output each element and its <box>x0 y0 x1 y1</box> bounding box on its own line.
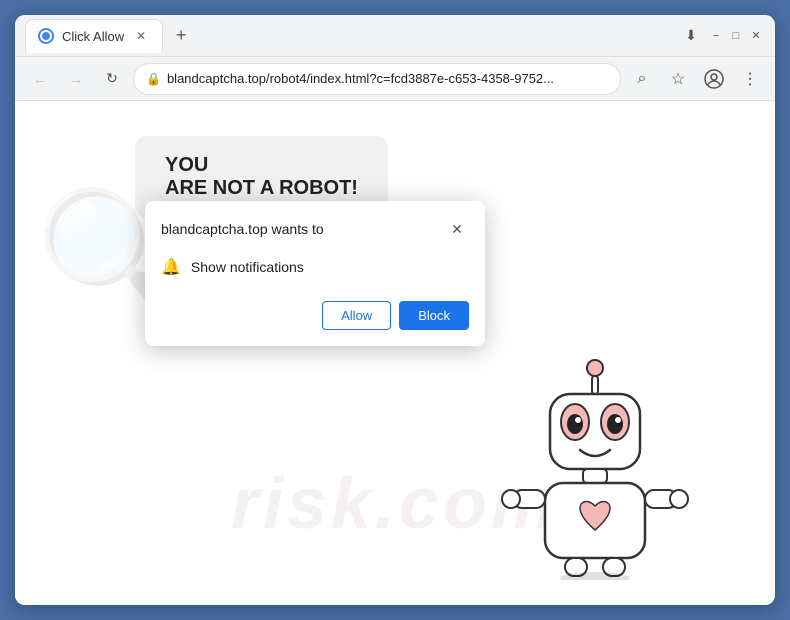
address-bar[interactable]: 🔒 blandcaptcha.top/robot4/index.html?c=f… <box>133 63 621 95</box>
menu-button[interactable]: ⋮ <box>735 64 765 94</box>
new-tab-button[interactable]: + <box>167 22 195 50</box>
search-button[interactable]: ⌕ <box>627 64 657 94</box>
popup-permission-row: 🔔 Show notifications <box>145 249 485 293</box>
popup-header: blandcaptcha.top wants to ✕ <box>145 201 485 249</box>
profile-button[interactable] <box>699 64 729 94</box>
url-text: blandcaptcha.top/robot4/index.html?c=fcd… <box>167 71 608 86</box>
tab-favicon <box>38 28 54 44</box>
download-button[interactable]: ⬇ <box>677 22 705 50</box>
popup-title: blandcaptcha.top wants to <box>161 221 324 237</box>
popup-container: blandcaptcha.top wants to ✕ 🔔 Show notif… <box>145 201 485 346</box>
page-content: 🔍 risk.com YOU ARE NOT A ROBOT! <box>15 101 775 605</box>
popup-close-button[interactable]: ✕ <box>445 217 469 241</box>
title-bar-controls: ⬇ − □ ✕ <box>677 22 765 50</box>
tab-close-button[interactable]: ✕ <box>132 27 150 45</box>
block-button[interactable]: Block <box>399 301 469 330</box>
bookmark-button[interactable]: ☆ <box>663 64 693 94</box>
permission-label: Show notifications <box>191 259 304 275</box>
url-domain: blandcaptcha.top <box>167 71 266 86</box>
minimize-button[interactable]: − <box>707 27 725 45</box>
toolbar: ← → ↻ 🔒 blandcaptcha.top/robot4/index.ht… <box>15 57 775 101</box>
bell-icon: 🔔 <box>161 257 181 277</box>
speech-line1: YOU <box>165 154 358 177</box>
lock-icon: 🔒 <box>146 72 161 86</box>
maximize-button[interactable]: □ <box>727 27 745 45</box>
title-bar: Click Allow ✕ + ⬇ − □ ✕ <box>15 15 775 57</box>
browser-window: Click Allow ✕ + ⬇ − □ ✕ ← → ↻ 🔒 blandcap… <box>15 15 775 605</box>
url-path: /robot4/index.html?c=fcd3887e-c653-4358-… <box>266 71 554 86</box>
refresh-button[interactable]: ↻ <box>97 64 127 94</box>
popup-actions: Allow Block <box>145 293 485 346</box>
allow-button[interactable]: Allow <box>322 301 391 330</box>
tab-title: Click Allow <box>62 29 124 44</box>
close-button[interactable]: ✕ <box>747 27 765 45</box>
tab-bar: Click Allow ✕ + <box>25 19 671 53</box>
notification-popup: blandcaptcha.top wants to ✕ 🔔 Show notif… <box>145 201 485 346</box>
forward-button[interactable]: → <box>61 64 91 94</box>
speech-line2: ARE NOT A ROBOT! <box>165 177 358 200</box>
robot-illustration <box>495 350 695 585</box>
active-tab[interactable]: Click Allow ✕ <box>25 19 163 53</box>
back-button[interactable]: ← <box>25 64 55 94</box>
